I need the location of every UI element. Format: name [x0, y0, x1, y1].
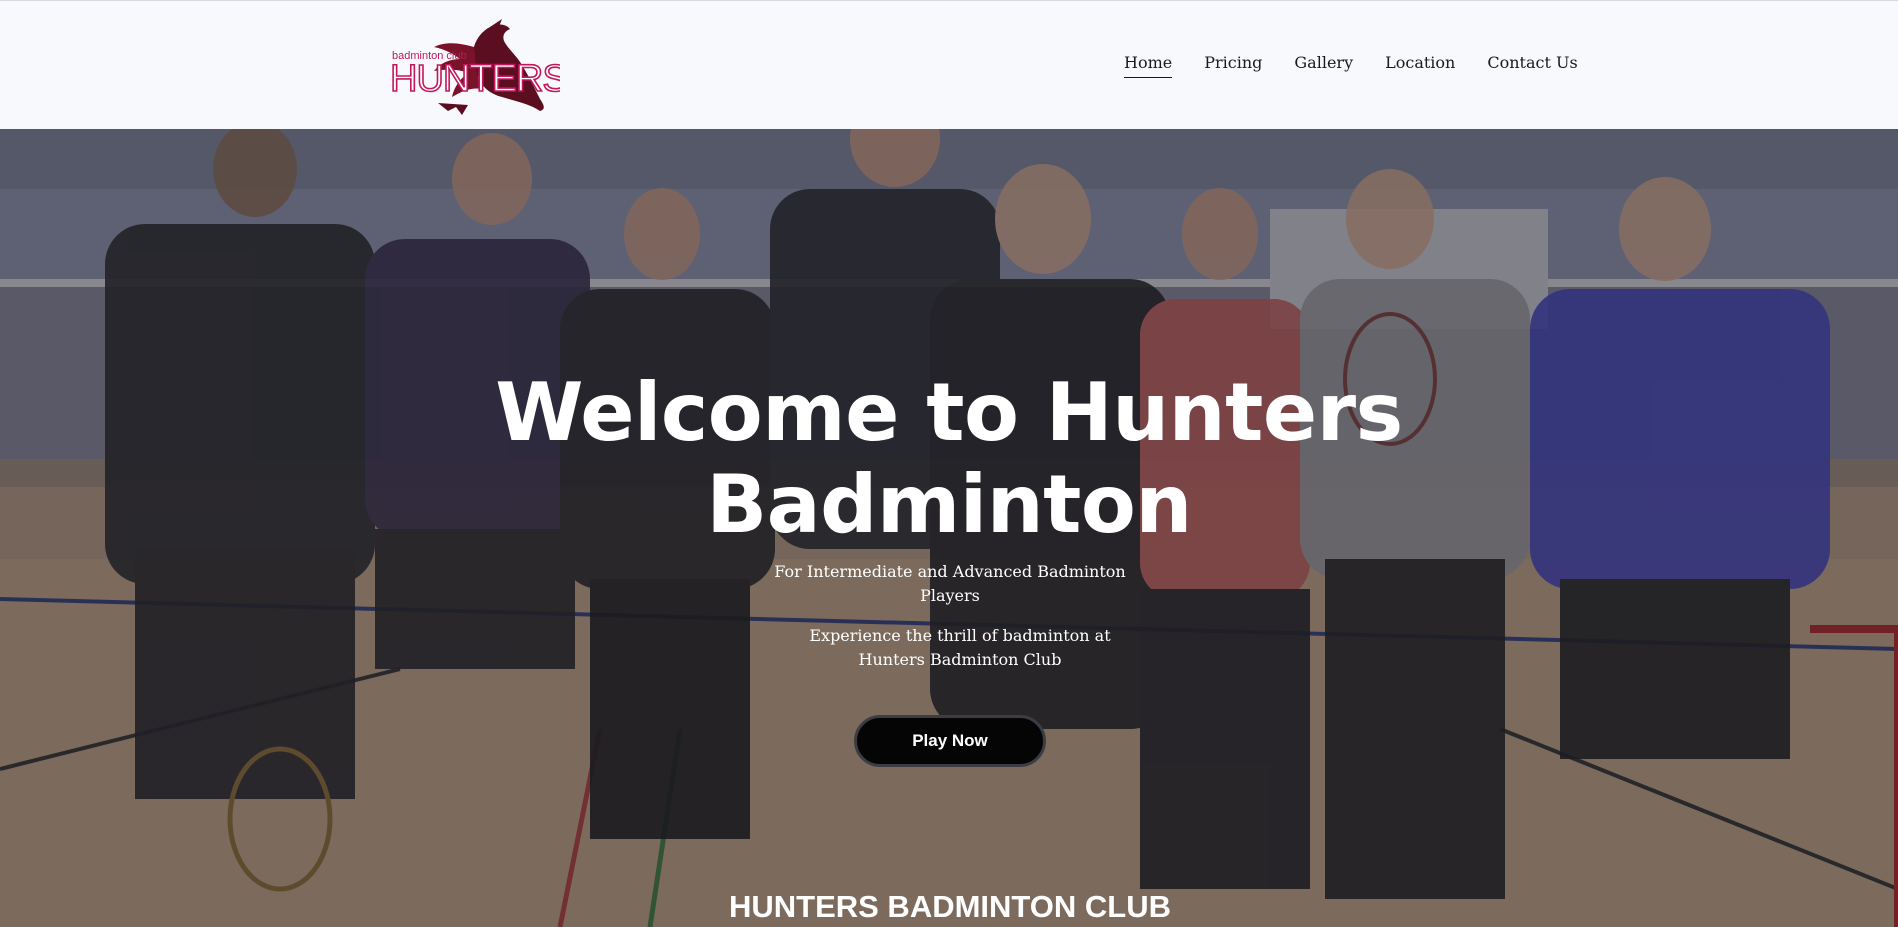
hero-title: Welcome to Hunters Badminton — [449, 367, 1449, 551]
club-section-heading: HUNTERS BADMINTON CLUB — [728, 889, 1172, 924]
hunters-bird-logo-icon: badminton club HUNTERS — [389, 19, 568, 115]
nav-item-contact-us[interactable]: Contact Us — [1487, 53, 1577, 78]
nav-item-location[interactable]: Location — [1385, 53, 1455, 78]
hero-section: Welcome to Hunters Badminton For Interme… — [0, 129, 1898, 927]
main-nav: Home Pricing Gallery Location Contact Us — [1124, 53, 1578, 78]
hero-subtitle-players: For Intermediate and Advanced Badminton … — [774, 562, 1126, 605]
hero-title-line-1: Welcome to Hunters — [495, 366, 1403, 459]
nav-item-gallery[interactable]: Gallery — [1294, 53, 1353, 78]
nav-item-pricing[interactable]: Pricing — [1204, 53, 1262, 78]
hero-title-line-2: Badminton — [706, 458, 1192, 551]
site-header: badminton club HUNTERS Home Pricing Gall… — [0, 0, 1898, 129]
play-now-button[interactable]: Play Now — [854, 715, 1046, 767]
svg-text:HUNTERS: HUNTERS — [390, 58, 560, 100]
hero-subtitle-experience: Experience the thrill of badminton at Hu… — [809, 626, 1111, 669]
nav-item-home[interactable]: Home — [1124, 53, 1173, 78]
club-logo[interactable]: badminton club HUNTERS — [389, 19, 568, 119]
